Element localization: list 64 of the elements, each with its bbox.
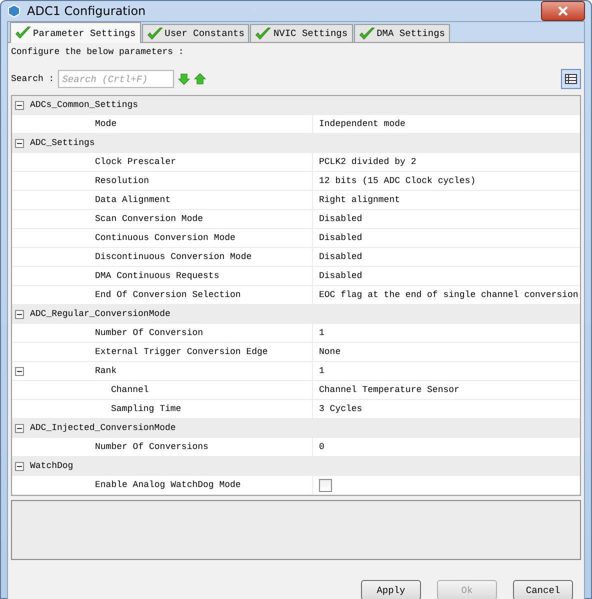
property-label: Clock Prescaler	[95, 157, 176, 167]
collapse-icon[interactable]	[14, 462, 24, 470]
up-arrow-icon[interactable]	[194, 73, 206, 85]
close-icon[interactable]	[558, 6, 568, 16]
tab[interactable]: Parameter Settings	[10, 22, 141, 43]
property-value: Right alignment	[319, 195, 400, 205]
property-value: 1	[319, 328, 324, 338]
property-value: Disabled	[319, 252, 362, 262]
checkbox[interactable]	[319, 478, 332, 492]
property-label: Enable Analog WatchDog Mode	[95, 480, 241, 490]
collapse-icon[interactable]	[14, 366, 24, 376]
property-value: Disabled	[319, 214, 362, 224]
tab[interactable]: User Constants	[142, 24, 250, 42]
dialog-button[interactable]: Apply	[361, 580, 421, 599]
property-label: End Of Conversion Selection	[95, 290, 241, 300]
property-label: Scan Conversion Mode	[95, 214, 204, 224]
app-icon	[7, 4, 21, 18]
dialog-button[interactable]: Cancel	[513, 580, 573, 599]
property-label: Mode	[95, 119, 117, 129]
list-view-button[interactable]	[561, 69, 581, 89]
checkmark-icon	[358, 26, 375, 40]
property-label: Data Alignment	[95, 195, 171, 205]
property-value: Disabled	[319, 233, 362, 243]
property-value: Disabled	[319, 271, 362, 281]
window-title: ADC1 Configuration	[27, 4, 147, 18]
collapse-icon[interactable]	[14, 100, 24, 110]
property-label: External Trigger Conversion Edge	[95, 347, 268, 357]
property-label: Resolution	[95, 176, 150, 186]
collapse-icon[interactable]	[14, 310, 24, 318]
tab[interactable]: NVIC Settings	[250, 24, 353, 42]
property-label: Number Of Conversion	[95, 328, 204, 338]
checkmark-icon	[15, 26, 31, 40]
property-label: Channel	[111, 385, 149, 395]
property-value: None	[319, 347, 341, 357]
property-value: 3 Cycles	[319, 404, 362, 414]
instruction-text: Configure the below parameters :	[11, 47, 184, 57]
table-icon[interactable]	[565, 74, 577, 84]
search-field[interactable]: Search (Crtl+F)	[58, 70, 174, 88]
search-label: Search :	[11, 74, 54, 84]
close-button[interactable]	[541, 1, 585, 21]
property-value: EOC flag at the end of single channel conversion	[319, 290, 578, 300]
property-value: Channel Temperature Sensor	[319, 385, 460, 395]
property-value: 12 bits (15 ADC Clock cycles)	[319, 176, 476, 186]
collapse-icon[interactable]	[14, 424, 24, 432]
group-header: WatchDog	[30, 461, 74, 471]
property-label: Number Of Conversions	[95, 442, 208, 452]
property-label: DMA Continuous Requests	[95, 271, 220, 281]
tab[interactable]: DMA Settings	[354, 24, 450, 42]
checkmark-icon	[255, 26, 272, 40]
group-header: ADCs_Common_Settings	[30, 100, 138, 110]
property-value: PCLK2 divided by 2	[319, 157, 416, 167]
property-value: 1	[319, 366, 324, 376]
down-arrow-icon[interactable]	[178, 73, 190, 85]
group-header: ADC_Regular_ConversionMode	[30, 309, 170, 319]
property-value: 0	[319, 442, 324, 452]
property-label: Discontinuous Conversion Mode	[95, 252, 252, 262]
property-label: Sampling Time	[111, 404, 182, 414]
property-label: Rank	[95, 366, 117, 376]
group-header: ADC_Settings	[30, 138, 95, 148]
property-value: Independent mode	[319, 119, 406, 129]
group-header: ADC_Injected_ConversionMode	[30, 423, 176, 433]
property-label: Continuous Conversion Mode	[95, 233, 236, 243]
collapse-icon[interactable]	[14, 138, 24, 148]
checkmark-icon	[146, 26, 163, 40]
